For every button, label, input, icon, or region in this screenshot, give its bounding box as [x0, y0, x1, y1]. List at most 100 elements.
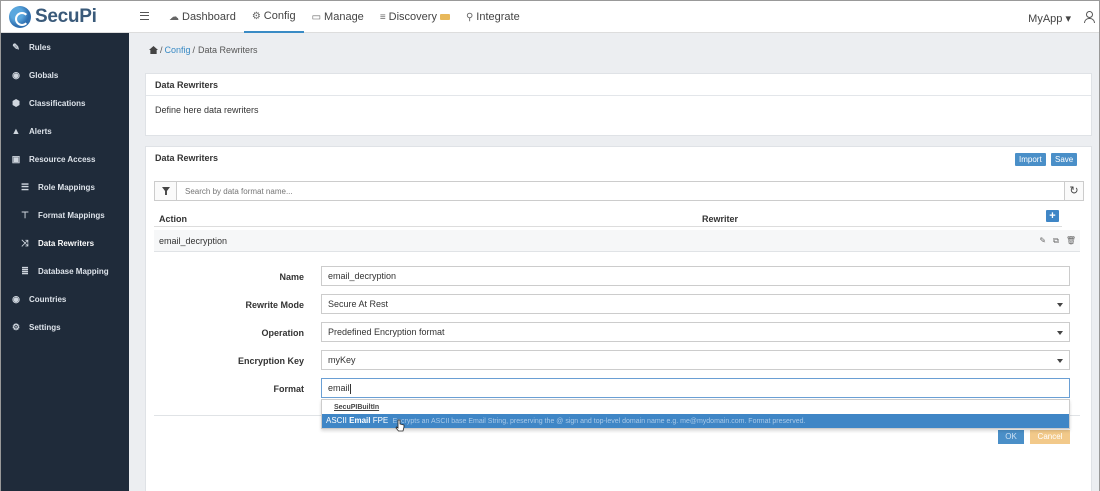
nav-integrate[interactable]: ⚲ Integrate [458, 1, 528, 33]
gear-icon: ⚙ [251, 10, 261, 22]
monitor-icon: ▭ [311, 11, 322, 23]
edit-icon[interactable]: ✎ [1039, 236, 1046, 246]
globe-icon: ◉ [12, 293, 20, 304]
copy-icon[interactable]: ⧉ [1053, 236, 1059, 246]
import-button[interactable]: Import [1015, 153, 1046, 166]
sidebar-item-label: Settings [29, 322, 61, 332]
option-match: Email [349, 416, 371, 425]
refresh-icon[interactable]: ↻ [1064, 182, 1083, 200]
search-bar: ↻ [154, 181, 1084, 201]
trash-icon[interactable]: 🗑 [1066, 236, 1076, 246]
list-panel-title: Data Rewriters [155, 153, 219, 163]
add-rewriter-button[interactable]: + [1046, 210, 1059, 222]
info-panel-title: Data Rewriters [146, 74, 1091, 96]
breadcrumb-separator: / [192, 45, 196, 55]
mouse-pointer-icon [395, 419, 405, 432]
location-pin-icon: ⚲ [465, 11, 474, 23]
sidebar-item-resource-access[interactable]: ▣ Resource Access [1, 145, 129, 173]
operation-label: Operation [261, 328, 304, 338]
globe-icon: ◉ [12, 69, 20, 80]
name-field[interactable]: email_decryption [321, 266, 1070, 286]
info-panel-description: Define here data rewriters [155, 105, 259, 115]
nav-manage-label: Manage [324, 11, 364, 23]
logo[interactable]: SecuPi [9, 6, 97, 28]
name-label: Name [279, 272, 304, 282]
shuffle-icon: ⤨ [21, 237, 29, 248]
breadcrumb-current: Data Rewriters [198, 45, 258, 55]
search-input[interactable] [177, 182, 1057, 200]
dropdown-group-label: SecuPIBuiltIn [334, 404, 380, 411]
home-icon[interactable] [149, 46, 158, 54]
sidebar-item-label: Alerts [29, 126, 52, 136]
ok-button[interactable]: OK [998, 430, 1024, 444]
column-rewriter: Rewriter [702, 214, 739, 224]
sidebar-item-label: Data Rewriters [38, 238, 95, 248]
breadcrumb-config[interactable]: Config [165, 45, 191, 55]
app-selector[interactable]: MyApp ▾ [1028, 12, 1071, 25]
lock-icon: ▣ [11, 153, 21, 164]
logo-text: SecuPi [35, 6, 97, 27]
save-button[interactable]: Save [1051, 153, 1078, 166]
nav-dashboard[interactable]: ☁ Dashboard [161, 1, 244, 33]
encryption-key-label: Encryption Key [237, 356, 304, 366]
secupi-logo-icon [9, 6, 31, 28]
breadcrumb: / Config / Data Rewriters [149, 45, 258, 55]
sidebar-item-label: Rules [29, 42, 51, 52]
sidebar-item-alerts[interactable]: ▲ Alerts [1, 117, 129, 145]
sidebar-item-globals[interactable]: ◉ Globals [1, 61, 129, 89]
user-icon[interactable] [1083, 11, 1095, 23]
nav-integrate-label: Integrate [476, 11, 520, 23]
info-panel: Data Rewriters Define here data rewriter… [145, 73, 1092, 136]
cancel-button[interactable]: Cancel [1030, 430, 1070, 444]
sidebar-item-label: Database Mapping [38, 266, 109, 276]
column-action: Action [159, 214, 187, 224]
sidebar-item-label: Countries [29, 294, 67, 304]
edit-icon: ✎ [12, 41, 20, 52]
filter-icon[interactable] [155, 182, 177, 200]
sidebar-item-rules[interactable]: ✎ Rules [1, 33, 129, 61]
nav-config[interactable]: ⚙ Config [243, 1, 304, 33]
rewrite-mode-select[interactable]: Secure At Rest [321, 294, 1070, 314]
beta-badge [439, 14, 450, 20]
row-action-name: email_decryption [159, 236, 228, 246]
top-nav: ☁ Dashboard ⚙ Config ▭ Manage ≡ Discover… [161, 1, 528, 33]
sidebar-item-label: Classifications [29, 98, 86, 108]
sidebar-item-classifications[interactable]: ⬢ Classifications [1, 89, 129, 117]
text-caret [349, 383, 351, 394]
nav-discovery-label: Discovery [388, 11, 437, 23]
database-icon: ≣ [21, 265, 29, 276]
sidebar-item-label: Globals [29, 70, 59, 80]
sidebar-item-data-rewriters[interactable]: ⤨ Data Rewriters [1, 229, 129, 257]
warning-icon: ▲ [11, 126, 21, 136]
format-label: Format [273, 384, 304, 394]
sidebar-item-role-mappings[interactable]: ☰ Role Mappings [1, 173, 129, 201]
nav-discovery[interactable]: ≡ Discovery [372, 1, 458, 33]
tags-icon: ⬢ [12, 97, 20, 108]
nav-manage[interactable]: ▭ Manage [304, 1, 372, 33]
sidebar-item-label: Role Mappings [38, 182, 95, 192]
encryption-key-select[interactable]: myKey [321, 350, 1070, 370]
sidebar: ✎ Rules ◉ Globals ⬢ Classifications ▲ Alerts… [1, 33, 129, 491]
gear-icon: ⚙ [11, 321, 21, 332]
format-autocomplete-dropdown: SecuPIBuiltIn ASCII Email FPE Encrypts a… [321, 399, 1070, 429]
nav-dashboard-label: Dashboard [182, 11, 236, 23]
top-bar: SecuPi ☁ Dashboard ⚙ Config ▭ Manage ≡ D… [1, 1, 1099, 33]
table-header: Action Rewriter + [154, 210, 1062, 227]
table-row[interactable]: email_decryption ✎ ⧉ 🗑 [154, 230, 1080, 252]
cloud-icon: ☁ [169, 11, 179, 23]
option-description: Encrypts an ASCII base Email String, pre… [392, 418, 806, 425]
option-prefix: ASCII [326, 416, 350, 425]
sidebar-item-format-mappings[interactable]: ⊤ Format Mappings [1, 201, 129, 229]
format-input[interactable]: email [321, 378, 1070, 398]
sidebar-item-label: Resource Access [29, 154, 96, 164]
hamburger-menu-icon[interactable] [140, 12, 149, 20]
option-suffix: FPE [370, 416, 389, 425]
breadcrumb-separator: / [160, 45, 163, 55]
dropdown-option-ascii-email-fpe[interactable]: ASCII Email FPE Encrypts an ASCII base E… [322, 414, 1069, 428]
database-icon: ≡ [379, 11, 386, 23]
operation-select[interactable]: Predefined Encryption format [321, 322, 1070, 342]
sitemap-icon: ⊤ [21, 209, 29, 220]
sidebar-item-label: Format Mappings [38, 210, 105, 220]
nav-config-label: Config [263, 10, 296, 22]
format-value: email [328, 383, 350, 393]
